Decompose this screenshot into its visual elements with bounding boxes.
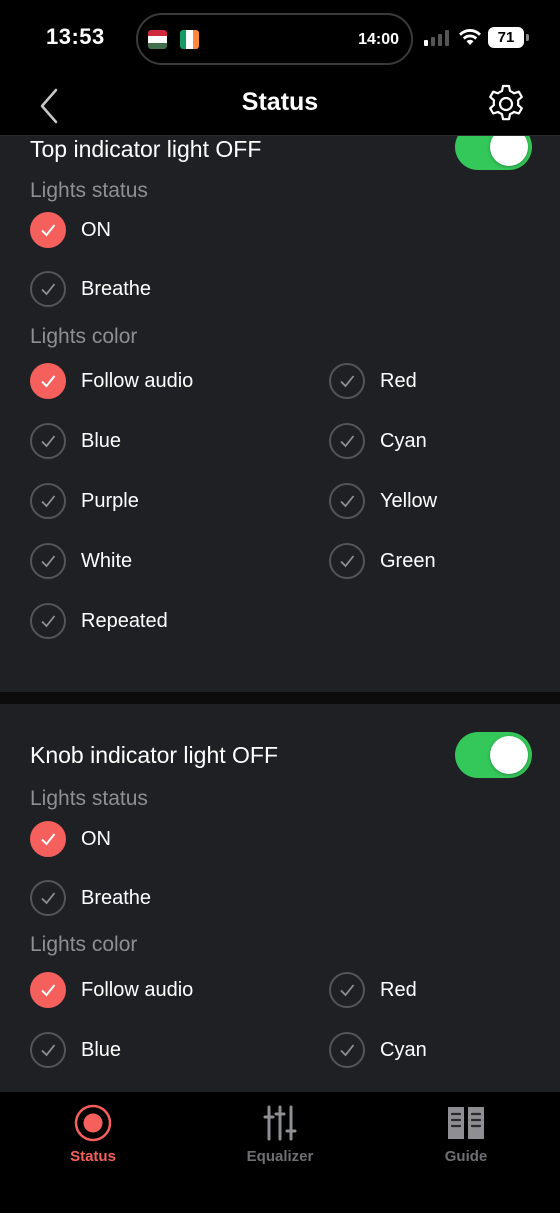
checkmark-icon [30, 543, 66, 579]
color-option-blue[interactable]: Blue [30, 1032, 121, 1068]
book-icon [448, 1107, 484, 1139]
lights-color-label: Lights color [30, 325, 138, 348]
checkmark-icon [329, 543, 365, 579]
color-option-blue[interactable]: Blue [30, 423, 121, 459]
checkmark-icon [30, 363, 66, 399]
dynamic-island: 14:00 [136, 13, 413, 65]
checkmark-icon [30, 972, 66, 1008]
option-label: Blue [81, 1038, 122, 1061]
option-label: ON [81, 218, 111, 241]
option-label: Green [380, 549, 436, 572]
color-option-yellow[interactable]: Yellow [329, 483, 437, 519]
checkmark-icon [30, 212, 66, 248]
battery-indicator: 71 [488, 27, 529, 48]
tab-status[interactable]: Status [33, 1102, 153, 1165]
option-label: Purple [81, 489, 139, 512]
cellular-signal-icon [424, 30, 450, 46]
option-label: Follow audio [81, 978, 194, 1001]
top-indicator-toggle[interactable] [455, 136, 532, 170]
option-label: Red [380, 978, 417, 1001]
color-option-red[interactable]: Red [329, 972, 417, 1008]
record-icon [74, 1104, 112, 1142]
section-title-text: Knob indicator light [30, 742, 226, 768]
status-bar: 13:53 14:00 71 [0, 0, 560, 78]
option-label: Yellow [380, 489, 438, 512]
checkmark-icon [30, 880, 66, 916]
tab-bar: Status Equalizer Guide [0, 1092, 560, 1213]
checkmark-icon [30, 271, 66, 307]
lights-color-label: Lights color [30, 933, 138, 956]
color-option-follow-audio[interactable]: Follow audio [30, 972, 193, 1008]
checkmark-icon [30, 423, 66, 459]
gear-icon [489, 84, 523, 121]
tab-guide[interactable]: Guide [406, 1102, 526, 1165]
status-option-breathe[interactable]: Breathe [30, 271, 151, 307]
color-option-follow-audio[interactable]: Follow audio [30, 363, 193, 399]
option-label: Repeated [81, 609, 168, 632]
checkmark-icon [30, 821, 66, 857]
tab-equalizer[interactable]: Equalizer [220, 1102, 340, 1165]
tab-label: Equalizer [246, 1148, 314, 1165]
option-label: ON [81, 827, 111, 850]
section-state: OFF [215, 136, 262, 162]
option-label: White [81, 549, 133, 572]
color-option-red[interactable]: Red [329, 363, 417, 399]
status-option-breathe[interactable]: Breathe [30, 880, 151, 916]
hungary-flag-icon [148, 30, 167, 49]
checkmark-icon [329, 423, 365, 459]
option-label: Follow audio [81, 369, 194, 392]
lights-status-label: Lights status [30, 179, 148, 202]
lights-status-label: Lights status [30, 787, 148, 810]
option-label: Breathe [81, 886, 152, 909]
option-label: Cyan [380, 429, 427, 452]
checkmark-icon [329, 1032, 365, 1068]
checkmark-icon [30, 483, 66, 519]
section-title: Top indicator light OFF [30, 136, 261, 163]
tab-label: Guide [444, 1148, 488, 1165]
color-option-cyan[interactable]: Cyan [329, 423, 427, 459]
color-option-green[interactable]: Green [329, 543, 436, 579]
checkmark-icon [329, 363, 365, 399]
section-title-text: Top indicator light [30, 136, 209, 162]
checkmark-icon [30, 1032, 66, 1068]
settings-content[interactable]: Top indicator light OFF Lights status ON… [0, 136, 560, 1092]
section-title: Knob indicator light OFF [30, 742, 278, 769]
wifi-icon [459, 29, 481, 45]
navigation-bar: Status [0, 78, 560, 136]
checkmark-icon [329, 972, 365, 1008]
knob-indicator-section: Knob indicator light OFF Lights status O… [0, 704, 560, 1092]
color-option-white[interactable]: White [30, 543, 132, 579]
status-option-on[interactable]: ON [30, 821, 111, 857]
option-label: Red [380, 369, 417, 392]
toggle-knob [490, 736, 528, 774]
tab-label: Status [70, 1148, 116, 1165]
color-option-cyan[interactable]: Cyan [329, 1032, 427, 1068]
option-label: Cyan [380, 1038, 427, 1061]
settings-button[interactable] [484, 82, 528, 126]
knob-indicator-toggle[interactable] [455, 732, 532, 778]
island-time: 14:00 [358, 31, 399, 48]
status-option-on[interactable]: ON [30, 212, 111, 248]
ireland-flag-icon [180, 30, 199, 49]
section-state: OFF [232, 742, 279, 768]
section-divider [0, 692, 560, 704]
color-option-repeated[interactable]: Repeated [30, 603, 168, 639]
checkmark-icon [329, 483, 365, 519]
page-title: Status [241, 88, 319, 116]
top-indicator-section: Top indicator light OFF Lights status ON… [0, 136, 560, 692]
toggle-knob [490, 136, 528, 166]
option-label: Blue [81, 429, 122, 452]
color-option-purple[interactable]: Purple [30, 483, 139, 519]
sliders-icon [263, 1105, 297, 1141]
option-label: Breathe [81, 277, 152, 300]
checkmark-icon [30, 603, 66, 639]
clock: 13:53 [46, 24, 105, 49]
